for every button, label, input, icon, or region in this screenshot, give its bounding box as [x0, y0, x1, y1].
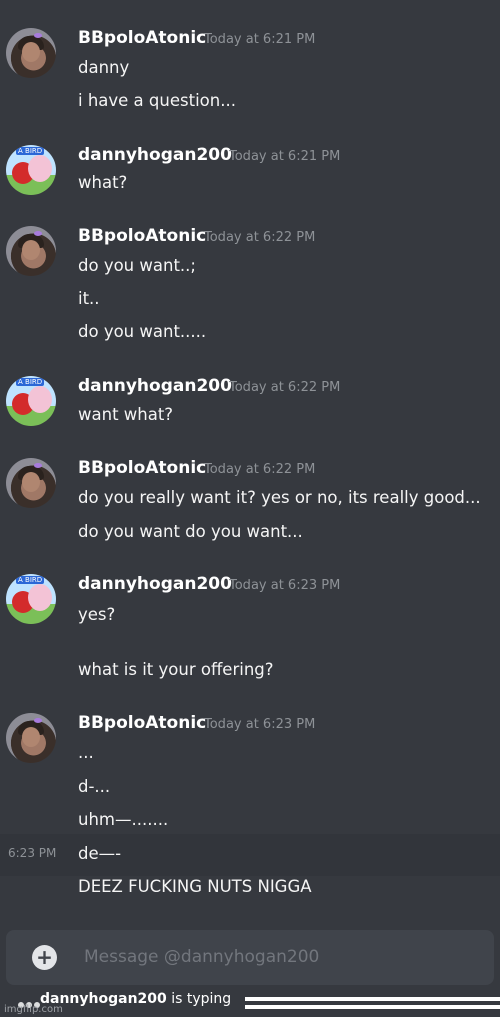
avatar-accessory [34, 33, 42, 38]
avatar[interactable] [6, 458, 56, 508]
avatar[interactable] [6, 28, 56, 78]
message-timestamp: Today at 6:21 PM [229, 149, 341, 164]
avatar[interactable]: A BIRD [6, 376, 56, 426]
typing-suffix: is typing [166, 991, 232, 1007]
message-timestamp: Today at 6:22 PM [229, 380, 341, 395]
message-text: do you want do you want... [78, 522, 303, 541]
message-timestamp: Today at 6:22 PM [204, 462, 316, 477]
message-timestamp: Today at 6:22 PM [204, 230, 316, 245]
message-text: d-... [78, 777, 111, 796]
message-timestamp: Today at 6:23 PM [204, 717, 316, 732]
avatar-badge: A BIRD [16, 576, 45, 584]
message-text: what is it your offering? [78, 660, 274, 679]
message-text: de—- [78, 844, 122, 863]
message-text: uhm—....... [78, 810, 169, 829]
author-name[interactable]: dannyhogan200 [78, 574, 232, 594]
avatar-badge: A BIRD [16, 147, 45, 155]
message-input[interactable]: Message @dannyhogan200 [84, 947, 319, 967]
avatar-face [22, 472, 40, 492]
message-text: it.. [78, 289, 100, 308]
avatar-accessory [34, 463, 42, 468]
watermark: imgflip.com [4, 1004, 63, 1015]
add-attachment-icon[interactable]: + [32, 945, 57, 970]
message-text: yes? [78, 605, 116, 624]
pink-bird-icon [28, 386, 52, 413]
avatar-face [22, 727, 40, 747]
avatar-badge: A BIRD [16, 378, 45, 386]
message-text: ... [78, 743, 94, 762]
avatar[interactable] [6, 713, 56, 763]
message-text: do you want..... [78, 322, 207, 341]
pink-bird-icon [28, 155, 52, 182]
message-text: DEEZ FUCKING NUTS NIGGA [78, 877, 312, 896]
pink-bird-icon [28, 584, 52, 611]
message-text: do you want..; [78, 256, 196, 275]
hovered-message-row[interactable] [0, 834, 500, 876]
author-name[interactable]: BBpoloAtonic [78, 226, 206, 246]
author-name[interactable]: BBpoloAtonic [78, 28, 206, 48]
message-list: BBpoloAtonic Today at 6:21 PM danny i ha… [0, 0, 500, 925]
message-composer[interactable]: + Message @dannyhogan200 [6, 930, 494, 985]
message-timestamp: Today at 6:21 PM [204, 32, 316, 47]
redaction-bar [245, 1005, 500, 1009]
message-text: danny [78, 58, 130, 77]
hover-timestamp: 6:23 PM [8, 846, 57, 860]
avatar[interactable]: A BIRD [6, 145, 56, 195]
message-timestamp: Today at 6:23 PM [229, 578, 341, 593]
avatar[interactable] [6, 226, 56, 276]
author-name[interactable]: BBpoloAtonic [78, 458, 206, 478]
avatar-face [22, 240, 40, 260]
message-text: what? [78, 173, 128, 192]
author-name[interactable]: dannyhogan200 [78, 145, 232, 165]
author-name[interactable]: BBpoloAtonic [78, 713, 206, 733]
message-text: want what? [78, 405, 174, 424]
redaction-bar [245, 997, 500, 1001]
author-name[interactable]: dannyhogan200 [78, 376, 232, 396]
avatar-accessory [34, 718, 42, 723]
message-text: i have a question... [78, 91, 236, 110]
avatar-accessory [34, 231, 42, 236]
avatar-face [22, 42, 40, 62]
avatar[interactable]: A BIRD [6, 574, 56, 624]
message-text: do you really want it? yes or no, its re… [78, 488, 481, 507]
